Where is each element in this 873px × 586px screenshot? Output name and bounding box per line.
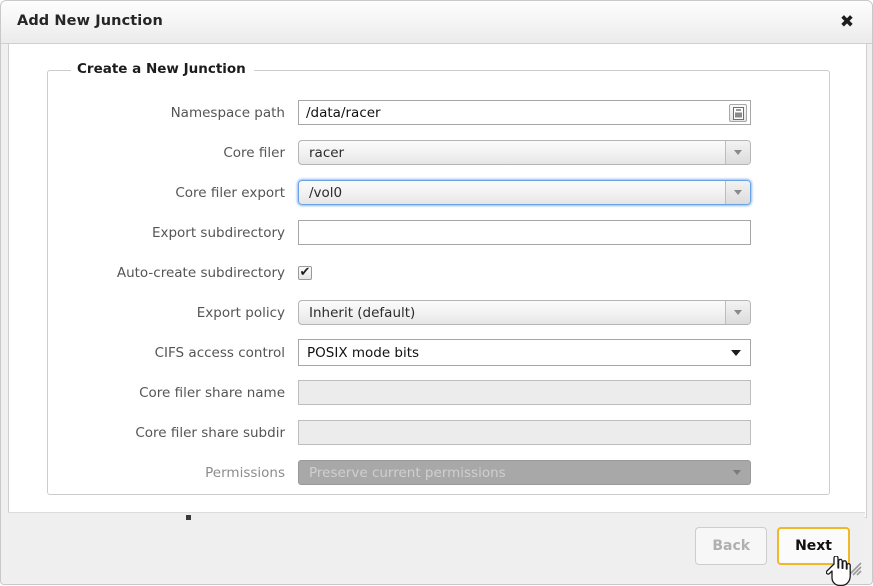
field-core-filer-export: /vol0 xyxy=(298,180,751,205)
field-core-filer-share-subdir xyxy=(298,420,751,445)
add-new-junction-dialog: Add New Junction ✖ Create a New Junction… xyxy=(0,0,873,585)
core-filer-export-select-value: /vol0 xyxy=(309,184,343,201)
label-permissions: Permissions xyxy=(205,464,285,481)
next-button[interactable]: Next xyxy=(777,527,850,565)
content-panel: Create a New Junction Namespace path /da… xyxy=(8,44,867,518)
field-core-filer: racer xyxy=(298,140,751,165)
form-row-core-filer-share-name: Core filer share name xyxy=(48,373,829,412)
form-row-namespace-path: Namespace path xyxy=(48,93,829,132)
back-button: Back xyxy=(695,527,768,565)
dialog-title: Add New Junction xyxy=(17,13,163,29)
chevron-down-icon xyxy=(733,470,741,475)
label-core-filer: Core filer xyxy=(223,144,285,161)
core-filer-select-value: racer xyxy=(309,144,345,161)
form-rows: Namespace path /data/racer Core filer ra… xyxy=(48,93,829,493)
dialog-content: Create a New Junction Namespace path /da… xyxy=(1,44,872,518)
drag-handle-dot[interactable] xyxy=(186,515,191,520)
create-junction-fieldset: Create a New Junction Namespace path /da… xyxy=(47,61,830,495)
form-row-core-filer-export: Core filer export /vol0 xyxy=(48,173,829,212)
field-permissions: Preserve current permissions xyxy=(298,460,751,485)
chevron-down-icon xyxy=(731,350,741,356)
close-icon[interactable]: ✖ xyxy=(835,11,859,35)
label-core-filer-share-subdir: Core filer share subdir xyxy=(135,424,285,441)
label-export-policy: Export policy xyxy=(196,304,285,321)
label-cifs-access-control: CIFS access control xyxy=(154,344,285,361)
export-policy-select[interactable]: Inherit (default) xyxy=(298,300,751,325)
export-policy-select-value: Inherit (default) xyxy=(309,304,416,321)
resize-grip-icon[interactable] xyxy=(846,560,862,576)
form-row-core-filer-share-subdir: Core filer share subdir xyxy=(48,413,829,452)
label-core-filer-share-name: Core filer share name xyxy=(139,384,285,401)
label-auto-create-subdirectory: Auto-create subdirectory xyxy=(116,264,285,281)
form-row-auto-create-subdirectory: Auto-create subdirectory ✔ xyxy=(48,253,829,292)
cifs-access-control-select[interactable]: POSIX mode bits xyxy=(298,339,751,366)
label-namespace-path: Namespace path xyxy=(170,104,285,121)
label-export-subdirectory: Export subdirectory xyxy=(151,224,285,241)
permissions-select-value: Preserve current permissions xyxy=(309,464,506,481)
auto-create-subdirectory-checkbox[interactable]: ✔ xyxy=(298,264,312,280)
dialog-titlebar[interactable]: Add New Junction ✖ xyxy=(1,1,872,44)
core-filer-share-name-input xyxy=(298,380,751,405)
field-core-filer-share-name xyxy=(298,380,751,405)
core-filer-share-subdir-input xyxy=(298,420,751,445)
field-namespace-path xyxy=(298,100,751,125)
dialog-footer: Back Next xyxy=(8,512,865,578)
field-export-subdirectory xyxy=(298,220,751,245)
export-subdirectory-input[interactable] xyxy=(298,220,751,245)
field-cifs-access-control: POSIX mode bits xyxy=(298,339,751,366)
namespace-path-input[interactable] xyxy=(298,100,751,125)
form-row-cifs-access-control: CIFS access control POSIX mode bits xyxy=(48,333,829,372)
permissions-select: Preserve current permissions xyxy=(298,460,751,485)
form-row-permissions: Permissions Preserve current permissions xyxy=(48,453,829,492)
core-filer-export-select[interactable]: /vol0 xyxy=(298,180,751,205)
form-row-export-policy: Export policy Inherit (default) xyxy=(48,293,829,332)
chevron-down-icon[interactable] xyxy=(725,301,750,324)
field-auto-create-subdirectory: ✔ xyxy=(298,264,751,280)
footer-buttons: Back Next xyxy=(695,527,850,565)
core-filer-select[interactable]: racer xyxy=(298,140,751,165)
checkmark-icon: ✔ xyxy=(299,264,311,280)
chevron-down-icon[interactable] xyxy=(725,181,750,204)
cifs-access-control-select-value: POSIX mode bits xyxy=(307,344,420,361)
field-export-policy: Inherit (default) xyxy=(298,300,751,325)
label-core-filer-export: Core filer export xyxy=(175,184,285,201)
directory-picker-icon[interactable] xyxy=(729,104,747,122)
fieldset-legend: Create a New Junction xyxy=(71,61,254,77)
form-row-export-subdirectory: Export subdirectory xyxy=(48,213,829,252)
form-row-core-filer: Core filer racer xyxy=(48,133,829,172)
chevron-down-icon[interactable] xyxy=(725,141,750,164)
